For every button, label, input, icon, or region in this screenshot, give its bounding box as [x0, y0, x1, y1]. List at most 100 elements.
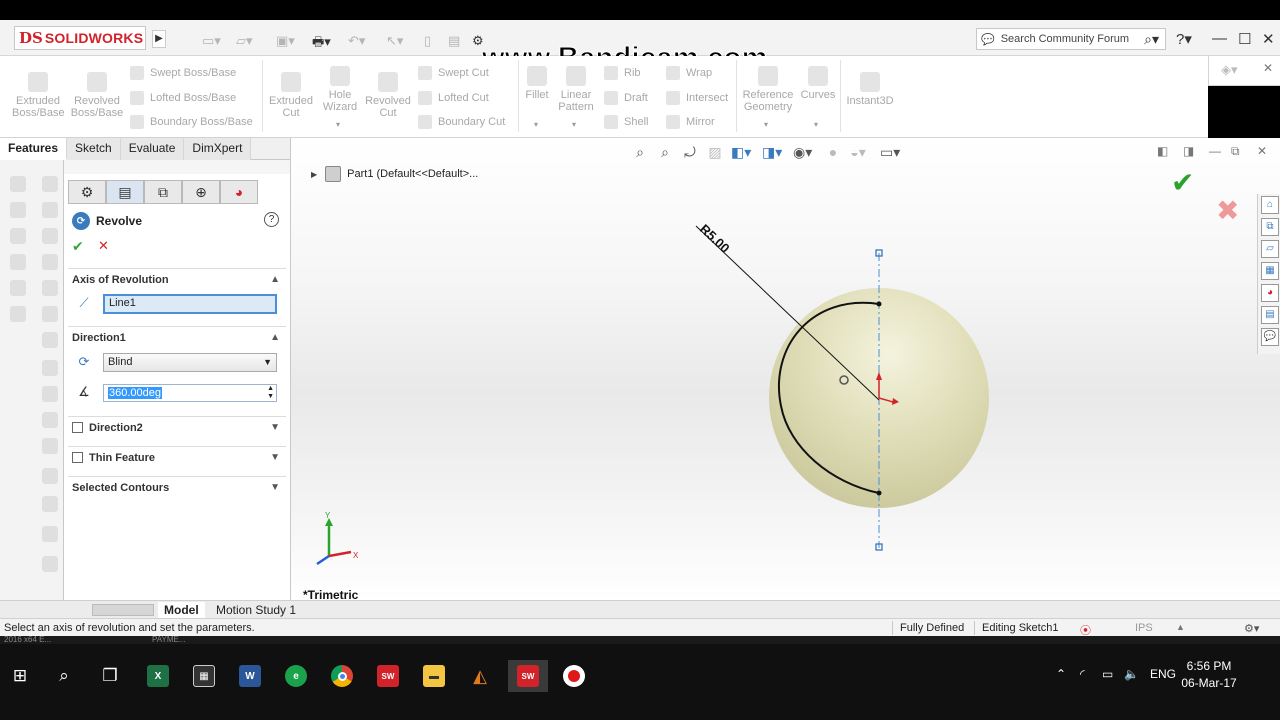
- property-manager-icon[interactable]: ▤: [106, 180, 144, 204]
- tool-icon[interactable]: [42, 280, 58, 296]
- panel-close-icon[interactable]: ✕: [1263, 61, 1273, 75]
- tool-icon[interactable]: [42, 228, 58, 244]
- panel-handle[interactable]: [64, 160, 290, 174]
- wifi-icon[interactable]: ◜: [1080, 667, 1085, 681]
- taskbar-clock[interactable]: 6:56 PM 06-Mar-17: [1176, 658, 1242, 692]
- arc-endpoint[interactable]: [876, 301, 882, 307]
- model-viewport[interactable]: R5.00: [291, 138, 1280, 600]
- revolved-boss-button[interactable]: Revolved Boss/Base: [70, 72, 124, 119]
- tab-evaluate[interactable]: Evaluate: [120, 138, 185, 160]
- tab-sketch[interactable]: Sketch: [67, 138, 121, 160]
- units-status[interactable]: IPS: [1135, 622, 1153, 634]
- reverse-direction-icon[interactable]: ⟳: [74, 352, 94, 372]
- chrome-icon[interactable]: [322, 660, 362, 692]
- axis-input[interactable]: Line1: [103, 294, 277, 314]
- thin-feature-header[interactable]: Thin Feature ▼: [68, 446, 286, 468]
- direction1-header[interactable]: Direction1 ▲: [68, 326, 286, 348]
- search-magnifier-icon[interactable]: ⌕▾: [1144, 31, 1159, 48]
- tool-icon[interactable]: [42, 386, 58, 402]
- end-condition-select[interactable]: Blind ▼: [103, 353, 277, 372]
- collapse-chevron-icon[interactable]: ▲: [270, 332, 280, 343]
- bandicam-record-icon[interactable]: [554, 660, 594, 692]
- instant3d-button[interactable]: Instant3D: [844, 72, 896, 107]
- expand-chevron-icon[interactable]: ▼: [270, 452, 280, 463]
- curves-button[interactable]: Curves: [800, 66, 836, 101]
- tool-icon[interactable]: [10, 228, 26, 244]
- tool-icon[interactable]: [42, 306, 58, 322]
- help-icon[interactable]: ?▾: [1176, 30, 1192, 48]
- tool-icon[interactable]: [42, 496, 58, 512]
- tab-motion-study[interactable]: Motion Study 1: [210, 602, 302, 618]
- save-icon[interactable]: ▣▾: [276, 33, 295, 49]
- search-box[interactable]: 💬 Search Community Forum ⌕▾: [976, 28, 1166, 50]
- menu-expand-arrow[interactable]: ▶: [152, 30, 166, 48]
- expand-chevron-icon[interactable]: ▼: [270, 422, 280, 433]
- rib-button[interactable]: Rib: [604, 66, 641, 80]
- direction2-header[interactable]: Direction2 ▼: [68, 416, 286, 438]
- direction2-checkbox[interactable]: [72, 422, 83, 433]
- rebuild-icon[interactable]: ▯: [424, 33, 431, 49]
- tool-icon[interactable]: [42, 526, 58, 542]
- excel-icon[interactable]: X: [138, 660, 178, 692]
- tool-icon[interactable]: [42, 176, 58, 192]
- ok-checkmark-icon[interactable]: ✔: [72, 238, 84, 255]
- open-document-icon[interactable]: ▱▾: [236, 33, 253, 49]
- search-input[interactable]: Search Community Forum: [1001, 33, 1129, 45]
- swept-cut-button[interactable]: Swept Cut: [418, 66, 489, 80]
- extruded-cut-button[interactable]: Extruded Cut: [266, 72, 316, 119]
- cancel-x-icon[interactable]: ✕: [98, 238, 109, 254]
- arc-endpoint[interactable]: [876, 490, 882, 496]
- new-document-icon[interactable]: ▭▾: [202, 33, 221, 49]
- volume-icon[interactable]: 🔈: [1124, 667, 1139, 681]
- graphics-area[interactable]: ▶ Part1 (Default<<Default>... ⌕ ⌕ ⤾ ▨ ◧▾…: [290, 138, 1280, 602]
- tool-icon[interactable]: [42, 360, 58, 376]
- tool-icon[interactable]: [42, 332, 58, 348]
- search-icon[interactable]: ⌕: [44, 660, 84, 692]
- tray-expand-icon[interactable]: ⌃: [1056, 667, 1066, 681]
- display-manager-icon[interactable]: ◕: [220, 180, 258, 204]
- thin-feature-checkbox[interactable]: [72, 452, 83, 463]
- units-up-icon[interactable]: ▲: [1176, 622, 1185, 632]
- minimize-icon[interactable]: —: [1212, 30, 1227, 47]
- close-icon[interactable]: ✕: [1262, 30, 1275, 48]
- axis-of-revolution-header[interactable]: Axis of Revolution ▲: [68, 268, 286, 290]
- draft-button[interactable]: Draft: [604, 91, 648, 105]
- tool-icon[interactable]: [42, 468, 58, 484]
- hole-wizard-button[interactable]: Hole Wizard: [318, 66, 362, 113]
- edge-icon[interactable]: e: [276, 660, 316, 692]
- tool-icon[interactable]: [42, 254, 58, 270]
- shell-button[interactable]: Shell: [604, 115, 648, 129]
- tool-icon[interactable]: [10, 280, 26, 296]
- language-indicator[interactable]: ENG: [1150, 667, 1176, 681]
- configuration-manager-icon[interactable]: ⧉: [144, 180, 182, 204]
- pm-help-icon[interactable]: ?: [264, 212, 279, 227]
- dimxpert-manager-icon[interactable]: ⊕: [182, 180, 220, 204]
- calculator-icon[interactable]: ▦: [184, 660, 224, 692]
- tab-model[interactable]: Model: [158, 602, 205, 618]
- solidworks-app-icon[interactable]: SW: [368, 660, 408, 692]
- undo-icon[interactable]: ↶▾: [348, 33, 365, 49]
- tab-features[interactable]: Features: [0, 138, 68, 160]
- lofted-cut-button[interactable]: Lofted Cut: [418, 91, 489, 105]
- tool-icon[interactable]: [10, 202, 26, 218]
- matlab-icon[interactable]: ◭: [460, 660, 500, 692]
- collapse-chevron-icon[interactable]: ▲: [270, 274, 280, 285]
- feature-manager-icon[interactable]: ⚙: [68, 180, 106, 204]
- tool-icon[interactable]: [10, 254, 26, 270]
- extruded-boss-button[interactable]: Extruded Boss/Base: [12, 72, 65, 119]
- customize-status-icon[interactable]: ⚙▾: [1244, 622, 1259, 635]
- tool-icon[interactable]: [10, 306, 26, 322]
- tool-icon[interactable]: [10, 176, 26, 192]
- radius-dimension-text[interactable]: R5.00: [697, 221, 733, 256]
- tool-icon[interactable]: [42, 412, 58, 428]
- linear-pattern-button[interactable]: Linear Pattern: [554, 66, 598, 113]
- spin-arrows-icon[interactable]: ▲ ▼: [267, 385, 274, 401]
- fillet-button[interactable]: Fillet: [522, 66, 552, 101]
- ribbon-options[interactable]: ◈▾ ✕: [1208, 56, 1280, 86]
- tab-dimxpert[interactable]: DimXpert: [184, 138, 252, 160]
- tab-scroll-buttons[interactable]: [92, 604, 154, 616]
- swept-boss-button[interactable]: Swept Boss/Base: [130, 66, 236, 80]
- boundary-cut-button[interactable]: Boundary Cut: [418, 115, 505, 129]
- task-view-icon[interactable]: ❐: [90, 660, 130, 692]
- wrap-button[interactable]: Wrap: [666, 66, 712, 80]
